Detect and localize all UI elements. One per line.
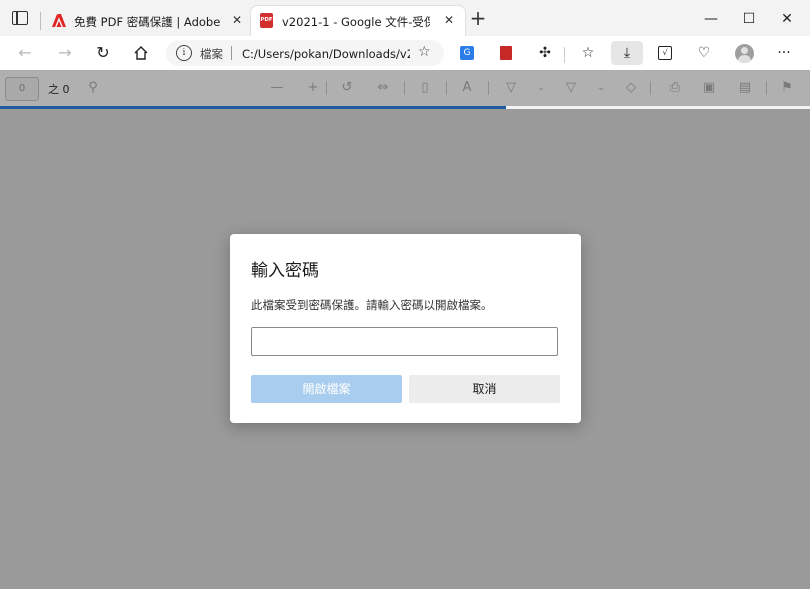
translate-button[interactable]: G — [455, 41, 479, 65]
extensions-button[interactable]: ✣ — [533, 41, 557, 65]
address-bar[interactable]: i 檔案 C:/Users/pokan/Downloads/v2021-1 - … — [166, 40, 444, 66]
page-number-input[interactable]: 0 — [5, 77, 39, 101]
forward-arrow-icon: → — [58, 43, 72, 62]
back-arrow-icon: ← — [18, 43, 32, 62]
tab-pdf[interactable]: PDF v2021-1 - Google 文件-受保護.pdf ✕ — [251, 6, 465, 36]
rotate-icon[interactable]: ↺ — [338, 79, 356, 97]
chevron-down-icon[interactable]: ⌄ — [592, 79, 610, 97]
save-icon[interactable]: ▣ — [700, 79, 718, 97]
favorites-icon: ☆ — [581, 45, 595, 61]
dialog-message: 此檔案受到密碼保護。請輸入密碼以開啟檔案。 — [251, 298, 493, 312]
save-as-icon[interactable]: ▤ — [736, 79, 754, 97]
tab-strip: 免費 PDF 密碼保護 | Adobe Acrobat ✕ PDF v2021-… — [0, 0, 810, 36]
tab-title: v2021-1 - Google 文件-受保護.pdf — [282, 15, 430, 29]
draw-icon[interactable]: ▽ — [562, 79, 580, 97]
toolbar-separator — [766, 81, 767, 95]
dialog-title: 輸入密碼 — [251, 261, 319, 281]
more-menu-button[interactable]: ··· — [772, 41, 796, 65]
pdf-toolbar: 0 之 0 ⚲ — + ↺ ⇔ ▯ A ▽ ⌄ ▽ ⌄ ◇ ⎙ ▣ ▤ ⚑ — [0, 70, 810, 106]
heart-pulse-icon: ♡ — [697, 45, 711, 61]
close-tab-icon[interactable]: ✕ — [441, 12, 457, 28]
fit-page-icon[interactable]: ⇔ — [374, 79, 392, 97]
close-tab-icon[interactable]: ✕ — [229, 12, 245, 28]
performance-button[interactable]: ♡ — [692, 41, 716, 65]
read-aloud-icon[interactable]: A — [458, 79, 476, 97]
password-input[interactable] — [251, 327, 558, 356]
address-scheme-label: 檔案 — [200, 47, 223, 61]
avatar[interactable] — [735, 44, 754, 63]
math-solver-button[interactable]: √ — [653, 41, 677, 65]
forward-button[interactable]: → — [52, 40, 78, 66]
page-view-icon[interactable]: ▯ — [416, 79, 434, 97]
cancel-button[interactable]: 取消 — [409, 375, 560, 403]
address-separator — [231, 46, 232, 60]
translate-icon: G — [460, 46, 474, 60]
new-tab-button[interactable]: + — [468, 8, 488, 28]
download-icon: ⤓ — [623, 45, 631, 61]
add-favorite-icon[interactable]: ☆ — [418, 44, 431, 60]
pdf-file-icon: PDF — [260, 13, 273, 28]
pin-icon[interactable]: ⚑ — [778, 79, 796, 97]
tab-separator — [40, 12, 41, 30]
zoom-in-icon[interactable]: + — [304, 79, 322, 97]
book-icon — [500, 46, 512, 60]
extension-button[interactable] — [494, 41, 518, 65]
toolbar-separator — [404, 81, 405, 95]
refresh-icon: ↻ — [96, 43, 110, 62]
back-button[interactable]: ← — [12, 40, 38, 66]
browser-toolbar: ← → ↻ i 檔案 C:/Users/pokan/Downloads/v202… — [0, 36, 810, 71]
home-icon — [134, 46, 148, 60]
highlight-icon[interactable]: ▽ — [502, 79, 520, 97]
tab-actions-icon[interactable] — [12, 11, 28, 25]
page-total: 之 0 — [48, 83, 70, 96]
puzzle-icon: ✣ — [539, 45, 551, 61]
tab-title: 免費 PDF 密碼保護 | Adobe Acrobat — [74, 15, 224, 29]
info-icon[interactable]: i — [176, 45, 192, 61]
eraser-icon[interactable]: ◇ — [622, 79, 640, 97]
adobe-acrobat-icon — [52, 14, 66, 27]
toolbar-separator — [446, 81, 447, 95]
toolbar-separator — [488, 81, 489, 95]
favorites-button[interactable]: ☆ — [576, 41, 600, 65]
refresh-button[interactable]: ↻ — [90, 40, 116, 66]
print-icon[interactable]: ⎙ — [666, 79, 684, 97]
toolbar-separator — [326, 81, 327, 95]
zoom-out-icon[interactable]: — — [268, 79, 286, 97]
toolbar-separator — [564, 47, 565, 63]
password-dialog: 輸入密碼 此檔案受到密碼保護。請輸入密碼以開啟檔案。 開啟檔案 取消 — [230, 234, 581, 423]
chevron-down-icon[interactable]: ⌄ — [532, 79, 550, 97]
home-button[interactable] — [128, 40, 154, 66]
address-url[interactable]: C:/Users/pokan/Downloads/v2021-1 - Googl… — [242, 46, 410, 62]
close-window-button[interactable]: ✕ — [764, 8, 810, 30]
math-icon: √ — [658, 46, 672, 60]
ellipsis-icon: ··· — [777, 45, 791, 61]
toolbar-separator — [650, 81, 651, 95]
search-icon[interactable]: ⚲ — [84, 79, 102, 97]
open-file-button[interactable]: 開啟檔案 — [251, 375, 402, 403]
downloads-button[interactable]: ⤓ — [611, 41, 643, 65]
tab-adobe[interactable]: 免費 PDF 密碼保護 | Adobe Acrobat ✕ — [42, 6, 250, 36]
